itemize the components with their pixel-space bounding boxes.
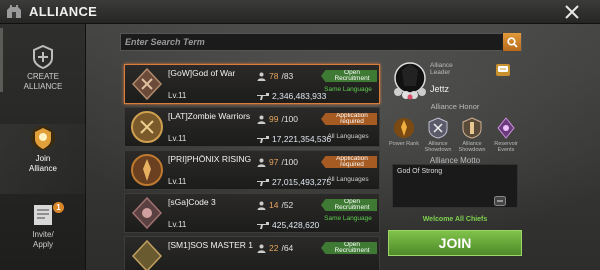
member-count: 97	[269, 157, 279, 167]
language-status: All Languages	[327, 176, 369, 183]
member-max: /64	[281, 243, 294, 253]
join-alliance-icon	[31, 126, 55, 150]
alliance-row[interactable]: [SM1]SOS MASTER 1 22/64 Open Recruitment	[124, 236, 380, 270]
alliance-list: [GoW]God of War Lv.11 78/83 2,346,483,93…	[120, 60, 382, 270]
sidebar-item-label: Invite/ Apply	[32, 230, 54, 249]
member-count: 78	[269, 71, 279, 81]
sidebar: CREATE ALLIANCE Join Alliance 1 Invite/ …	[0, 24, 86, 270]
member-count: 22	[269, 243, 279, 253]
alliance-members: 99/100	[257, 114, 298, 124]
sidebar-item-join-alliance[interactable]: Join Alliance	[0, 124, 86, 194]
members-icon	[257, 72, 266, 81]
sidebar-item-label: Join Alliance	[28, 154, 57, 173]
language-status: Same Language	[324, 215, 372, 222]
search-bar	[120, 33, 522, 51]
power-value: 425,428,620	[272, 220, 320, 230]
member-count: 99	[269, 114, 279, 124]
alliance-row[interactable]: [sGa]Code 3 Lv.11 14/52 425,428,620 Open…	[124, 193, 380, 233]
member-max: /100	[281, 157, 299, 167]
honor-list: Power Rank Alliance Showdown Alliance Sh…	[388, 116, 522, 153]
honor-label: Power Rank	[389, 141, 419, 147]
search-button[interactable]	[502, 33, 521, 51]
language-status: Same Language	[324, 86, 372, 93]
alliance-level: Lv.11	[168, 134, 187, 143]
members-icon	[257, 158, 266, 167]
power-rank-icon	[394, 118, 414, 138]
language-status: All Languages	[327, 133, 369, 140]
recruitment-status: Application required	[321, 156, 377, 168]
honor-label: Alliance Showdown	[458, 141, 486, 153]
alliance-name: [sGa]Code 3	[168, 197, 216, 207]
member-max: /83	[281, 71, 294, 81]
members-icon	[257, 244, 266, 253]
honor-item[interactable]: Power Rank	[388, 116, 420, 153]
alliance-members: 97/100	[257, 157, 298, 167]
members-icon	[257, 115, 266, 124]
showdown-icon	[428, 117, 448, 139]
alliance-emblem-icon	[131, 154, 163, 186]
create-alliance-icon	[33, 44, 53, 70]
alliance-emblem-icon	[131, 111, 163, 143]
invite-letter-icon	[34, 205, 52, 225]
page-title: ALLIANCE	[29, 4, 98, 19]
sidebar-item-create-alliance[interactable]: CREATE ALLIANCE	[0, 44, 86, 114]
alliance-name: [PRI]PHÖNIX RISING	[168, 154, 252, 164]
alliance-level: Lv.11	[168, 177, 187, 186]
alliance-emblem-icon	[131, 67, 163, 101]
welcome-text: Welcome All Chiefs	[422, 216, 488, 223]
close-icon[interactable]	[562, 2, 582, 22]
power-gun-icon	[257, 92, 269, 100]
join-button[interactable]: JOIN	[388, 230, 522, 256]
alliance-members: 22/64	[257, 243, 293, 253]
leader-label: Alliance Leader	[430, 62, 453, 76]
sidebar-item-label: CREATE ALLIANCE	[23, 72, 63, 91]
header-bar: ALLIANCE	[0, 0, 600, 24]
reservoir-icon	[497, 117, 515, 139]
alliance-level: Lv.11	[168, 220, 187, 229]
chat-icon[interactable]	[496, 64, 510, 76]
alliance-detail-panel: Alliance Leader Jettz Alliance Honor Pow…	[388, 60, 522, 270]
alliance-row[interactable]: [GoW]God of War Lv.11 78/83 2,346,483,93…	[124, 64, 380, 104]
member-count: 14	[269, 200, 279, 210]
power-value: 2,346,483,933	[272, 91, 327, 101]
search-icon	[506, 36, 518, 48]
honor-label: Alliance Showdown	[424, 141, 452, 153]
alliance-members: 78/83	[257, 71, 293, 81]
alliance-name: [GoW]God of War	[168, 68, 236, 78]
power-gun-icon	[257, 135, 269, 143]
sidebar-item-invite-apply[interactable]: 1 Invite/ Apply	[0, 202, 86, 270]
alliance-level: Lv.11	[168, 91, 187, 100]
members-icon	[257, 201, 266, 210]
power-gun-icon	[257, 178, 269, 186]
alliance-row[interactable]: [LAT]Zombie Warriors Lv.11 99/100 17,221…	[124, 107, 380, 147]
honor-item[interactable]: Alliance Showdown	[422, 116, 454, 153]
honor-label: Reservoir Events	[494, 141, 518, 153]
alliance-power: 425,428,620	[257, 220, 319, 230]
honor-title: Alliance Honor	[430, 102, 480, 111]
recruitment-status: Open Recruitment	[321, 70, 377, 82]
alliance-name: [LAT]Zombie Warriors	[168, 111, 251, 121]
alliance-emblem-icon	[131, 196, 163, 230]
alliance-logo-icon	[3, 1, 25, 23]
alliance-members: 14/52	[257, 200, 293, 210]
recruitment-status: Open Recruitment	[321, 199, 377, 211]
leader-name: Jettz	[430, 84, 450, 94]
search-input[interactable]	[121, 34, 502, 50]
recruitment-status: Open Recruitment	[321, 242, 377, 254]
member-max: /52	[281, 200, 294, 210]
notification-badge: 1	[53, 202, 64, 213]
member-max: /100	[281, 114, 299, 124]
alliance-emblem-icon	[131, 239, 163, 270]
showdown2-icon	[462, 117, 482, 139]
alliance-name: [SM1]SOS MASTER 1	[168, 240, 254, 250]
power-gun-icon	[257, 221, 269, 229]
alliance-row[interactable]: [PRI]PHÖNIX RISING Lv.11 97/100 27,015,4…	[124, 150, 380, 190]
expand-icon[interactable]	[494, 196, 506, 206]
alliance-power: 2,346,483,933	[257, 91, 326, 101]
honor-item[interactable]: Alliance Showdown	[456, 116, 488, 153]
leader-avatar[interactable]	[392, 60, 428, 100]
recruitment-status: Application required	[321, 113, 377, 125]
honor-item[interactable]: Reservoir Events	[490, 116, 522, 153]
